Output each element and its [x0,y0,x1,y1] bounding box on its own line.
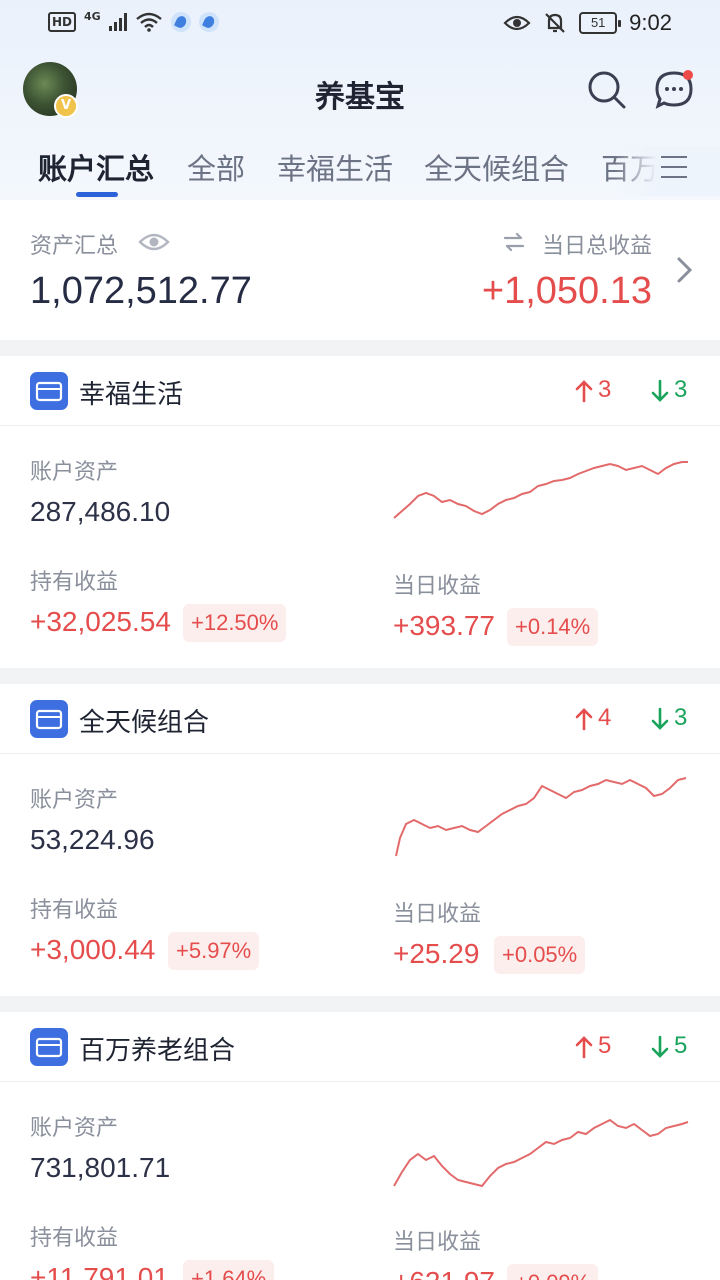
unread-dot [683,70,693,80]
mute-bell-icon [545,13,565,33]
daily-profit-pct: +0.09% [507,1264,599,1280]
search-icon[interactable] [587,70,627,110]
account-assets-value: 53,224.96 [30,824,155,855]
daily-profit-value: +393.77 [393,610,495,641]
account-name: 幸福生活 [79,380,184,410]
notification-app-icon [170,12,191,32]
holding-profit-label: 持有收益 [30,1226,119,1251]
up-count: 3 [598,376,612,403]
daily-profit-pct: +0.05% [494,936,586,974]
daily-profit-value: +621.97 [393,1266,495,1280]
account-card[interactable]: 幸福生活 3 3 账户资产 287,486.10 持有收益 当日收益 +32,0… [0,356,720,668]
status-bar: HD 4G 51 9:02 [0,0,720,48]
trend-sparkline [395,777,687,857]
account-assets-label: 账户资产 [30,460,119,485]
account-card[interactable]: 百万养老组合 5 5 账户资产 731,801.71 持有收益 当日收益 +11… [0,1012,720,1280]
up-count: 5 [598,1032,612,1059]
trend-sparkline [393,1118,689,1188]
eye-comfort-icon [503,15,531,31]
total-assets-value: 1,072,512.77 [30,270,252,312]
account-assets-value: 731,801.71 [30,1152,171,1183]
account-name: 全天候组合 [79,708,210,738]
wifi-icon [135,12,162,32]
card-header: 全天候组合 4 3 [0,684,720,754]
daily-total-value: +1,050.13 [481,270,652,312]
daily-profit-label: 当日收益 [393,1230,482,1255]
swap-icon[interactable] [502,230,526,254]
signal-icon [108,13,127,31]
daily-profit-label: 当日收益 [393,902,482,927]
visibility-toggle-icon[interactable] [138,228,170,256]
holding-profit-value: +11,791.01 [30,1262,169,1280]
hd-indicator: HD [48,12,77,32]
account-card[interactable]: 全天候组合 4 3 账户资产 53,224.96 持有收益 当日收益 +3,00… [0,684,720,996]
app-header: HD 4G 51 9:02 V 养基宝 账户汇总 全部 幸福生活 全天候组合 [0,0,720,200]
down-count: 3 [674,376,688,403]
tab-all[interactable]: 全部 [187,146,245,188]
trend-sparkline [393,461,688,519]
down-count: 5 [674,1032,688,1059]
wallet-icon [30,700,68,738]
holding-profit-value: +3,000.44 [30,934,156,965]
wallet-icon [30,1028,68,1066]
account-name: 百万养老组合 [79,1036,236,1066]
tab-bar: 账户汇总 全部 幸福生活 全天候组合 百万 [0,146,720,200]
clock: 9:02 [629,10,672,35]
account-assets-value: 287,486.10 [30,496,171,527]
holding-profit-pct: +5.97% [168,932,260,970]
up-count: 4 [598,704,612,731]
tab-all-weather[interactable]: 全天候组合 [424,146,569,188]
arrow-up-icon [575,380,593,403]
tab-menu-icon[interactable] [661,156,687,178]
down-count: 3 [674,704,688,731]
battery-icon: 51 [579,12,622,34]
daily-profit-label: 当日收益 [393,574,482,599]
account-assets-label: 账户资产 [30,1116,119,1141]
active-tab-indicator [76,192,118,197]
tab-happy-life[interactable]: 幸福生活 [277,146,393,188]
arrow-up-icon [575,1036,593,1059]
holding-profit-label: 持有收益 [30,570,119,595]
chevron-right-icon[interactable] [676,256,694,284]
network-type: 4G [84,9,101,23]
notification-app-icon [198,12,219,32]
arrow-down-icon [651,379,669,402]
holding-profit-pct: +12.50% [183,604,287,642]
arrow-up-icon [575,708,593,731]
holding-profit-label: 持有收益 [30,898,119,923]
arrow-down-icon [651,707,669,730]
holding-profit-pct: +1.64% [183,1260,275,1280]
tab-account-summary[interactable]: 账户汇总 [38,146,154,188]
holding-profit-value: +32,025.54 [30,606,171,637]
arrow-down-icon [651,1035,669,1058]
wallet-icon [30,372,68,410]
daily-profit-value: +25.29 [393,938,480,969]
card-header: 百万养老组合 5 5 [0,1012,720,1082]
daily-total-label: 当日总收益 [541,234,652,259]
card-header: 幸福生活 3 3 [0,356,720,426]
asset-summary[interactable]: 资产汇总 1,072,512.77 当日总收益 +1,050.13 [0,200,720,340]
account-assets-label: 账户资产 [30,788,119,813]
daily-profit-pct: +0.14% [507,608,599,646]
assets-label: 资产汇总 [30,234,119,259]
